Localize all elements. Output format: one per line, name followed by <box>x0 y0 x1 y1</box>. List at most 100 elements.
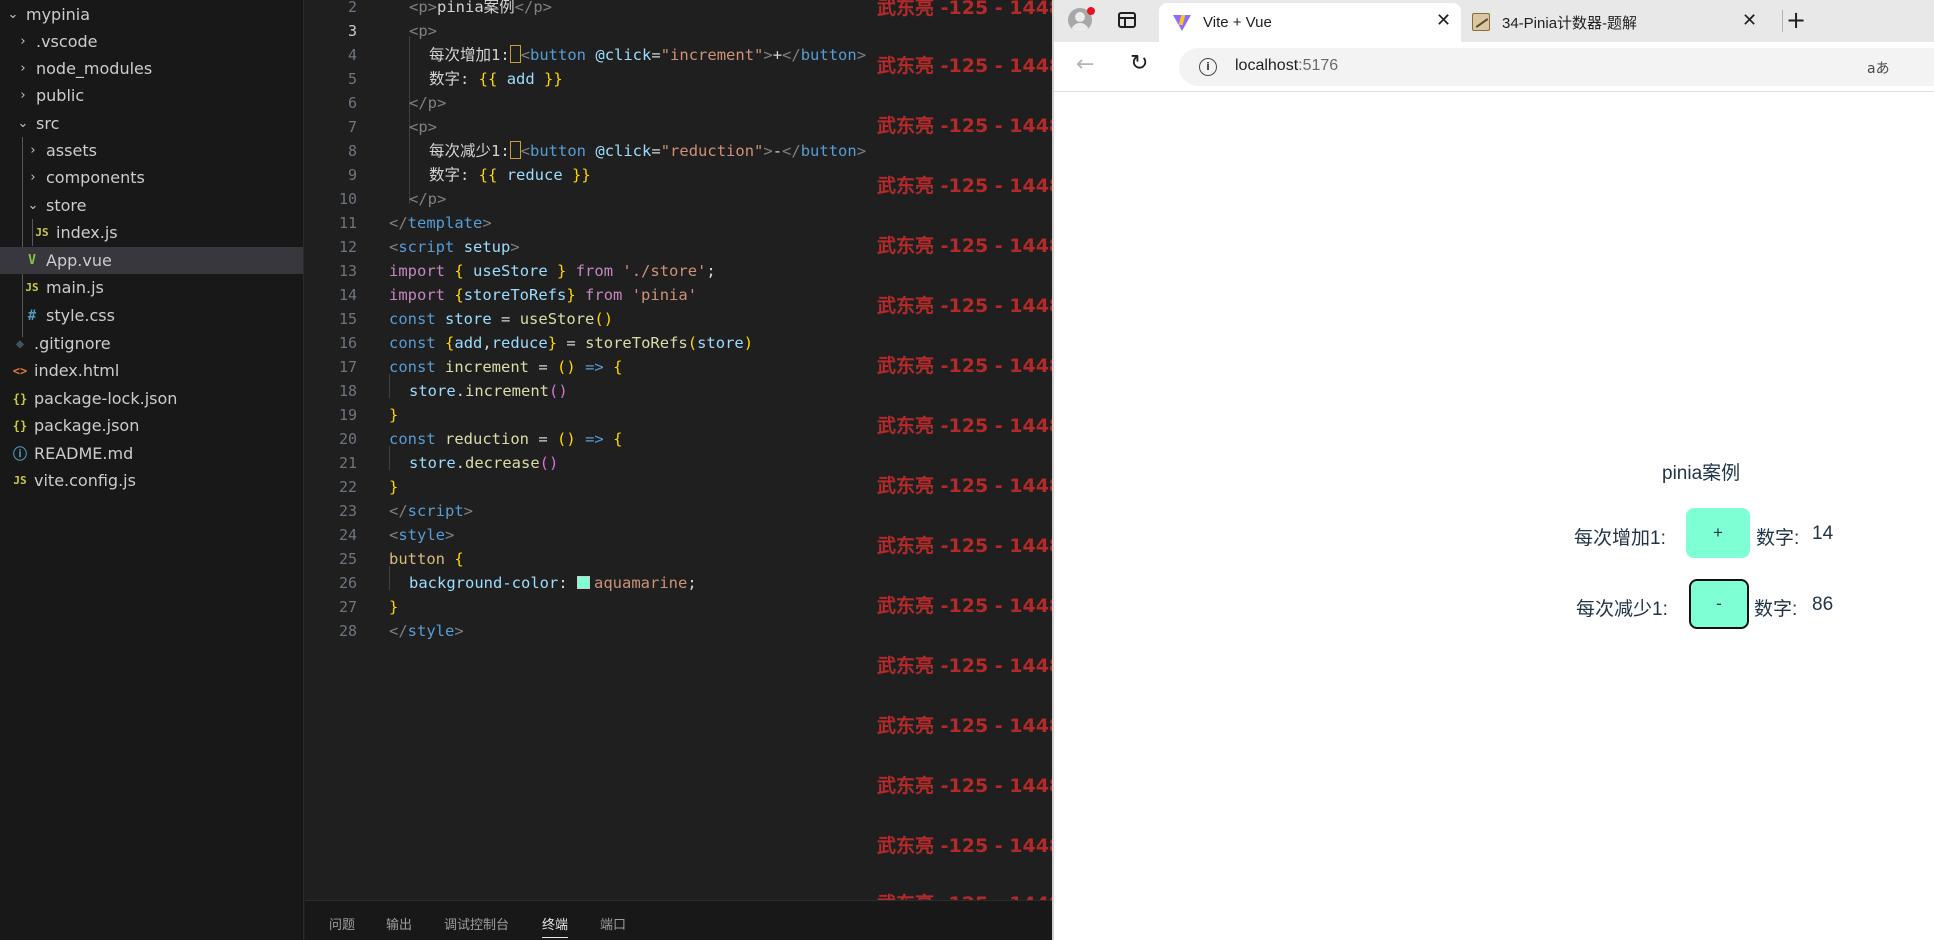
watermark: 武东亮 -125 - 1448 <box>877 475 1052 497</box>
tree-folder-src[interactable]: ⌄ src <box>0 110 303 137</box>
tree-folder-mypinia[interactable]: ⌄ mypinia <box>0 1 303 28</box>
line-number: 13 <box>338 262 357 280</box>
tree-label: index.html <box>34 361 120 380</box>
line-number: 19 <box>338 406 357 424</box>
code-line: } <box>389 478 399 496</box>
code-line: background-color: aquamarine; <box>409 574 697 592</box>
tree-folder-vscode[interactable]: › .vscode <box>0 28 303 55</box>
info-icon: ⓘ <box>13 446 27 463</box>
code-line: </p> <box>409 190 447 208</box>
tree-label: public <box>36 86 85 105</box>
close-icon[interactable]: ✕ <box>1742 10 1757 31</box>
panel-tab-debug-console[interactable]: 调试控制台 <box>444 914 509 933</box>
tree-file-index-js[interactable]: JS index.js <box>0 219 303 246</box>
line-number: 27 <box>338 598 357 616</box>
line-number: 20 <box>338 430 357 448</box>
line-number: 16 <box>338 334 357 352</box>
read-aloud-icon[interactable]: aあ <box>1867 58 1890 78</box>
text-cursor <box>509 141 521 159</box>
tree-folder-components[interactable]: › components <box>0 164 303 191</box>
color-swatch[interactable] <box>577 576 590 589</box>
tree-file-package-json[interactable]: {} package.json <box>0 412 303 439</box>
code-line: const {add,reduce} = storeToRefs(store) <box>389 334 754 352</box>
close-icon[interactable]: ✕ <box>1436 10 1451 31</box>
browser-tab-pinia-counter[interactable]: 34-Pinia计数器-题解 ✕ <box>1466 3 1766 42</box>
watermark: 武东亮 -125 - 1448 <box>877 295 1052 317</box>
tree-label: package-lock.json <box>34 389 178 408</box>
code-line: <p> <box>409 118 437 136</box>
tree-file-package-lock-json[interactable]: {} package-lock.json <box>0 385 303 412</box>
json-file-icon: {} <box>12 391 28 406</box>
new-tab-icon[interactable]: + <box>1786 6 1806 34</box>
tree-file-style-css[interactable]: # style.css <box>0 302 303 329</box>
chevron-down-icon: ⌄ <box>17 116 29 131</box>
code-line: <p>pinia案例</p> <box>409 0 552 16</box>
info-icon[interactable]: i <box>1199 58 1217 76</box>
tree-file-main-js[interactable]: JS main.js <box>0 274 303 301</box>
tree-label: node_modules <box>36 59 153 78</box>
line-number: 4 <box>347 46 357 64</box>
line-number: 21 <box>338 454 357 472</box>
line-number: 2 <box>347 0 357 16</box>
decrement-label: 每次减少1: <box>1576 599 1668 620</box>
tab-actions-icon[interactable] <box>1118 12 1136 28</box>
tree-folder-assets[interactable]: › assets <box>0 137 303 164</box>
html-file-icon: <> <box>12 363 28 378</box>
chevron-down-icon: ⌄ <box>27 198 39 213</box>
line-number: 17 <box>338 358 357 376</box>
tree-label: store <box>46 196 87 215</box>
chevron-right-icon: › <box>20 61 26 76</box>
watermark: 武东亮 -125 - 1448 <box>877 595 1052 617</box>
address-bar[interactable]: i localhost:5176 aあ <box>1179 48 1934 86</box>
reload-icon[interactable]: ↻ <box>1130 51 1148 76</box>
increment-label: 每次增加1: <box>1574 528 1666 549</box>
json-file-icon: {} <box>12 418 28 433</box>
tab-divider <box>1782 10 1783 32</box>
code-line: const store = useStore() <box>389 310 614 328</box>
decrement-count-label: 数字: <box>1754 599 1798 620</box>
watermark: 武东亮 -125 - 1448 <box>877 55 1052 77</box>
code-line: } <box>389 598 399 616</box>
decrement-button[interactable]: - <box>1689 579 1749 629</box>
code-line: const increment = () => { <box>389 358 623 376</box>
watermark: 武东亮 -125 - 1448 <box>877 715 1052 737</box>
tree-file-vite-config-js[interactable]: JS vite.config.js <box>0 467 303 494</box>
tree-folder-node-modules[interactable]: › node_modules <box>0 55 303 82</box>
watermark: 武东亮 -125 - 1448 <box>877 835 1052 857</box>
watermark: 武东亮 -125 - 1448 <box>877 355 1052 377</box>
bottom-panel: 问题 输出 调试控制台 终端 端口 <box>305 900 1052 940</box>
git-file-icon: ◆ <box>15 335 25 352</box>
panel-tab-problems[interactable]: 问题 <box>329 914 355 933</box>
watermark: 武东亮 -125 - 1448 <box>877 415 1052 437</box>
increment-button[interactable]: + <box>1686 508 1750 558</box>
tree-label: mypinia <box>26 5 91 24</box>
tree-file-gitignore[interactable]: ◆ .gitignore <box>0 330 303 357</box>
tree-label: src <box>36 114 60 133</box>
code-editor[interactable]: 2 3 4 5 6 7 8 9 10 11 12 13 14 15 16 17 … <box>305 0 1052 900</box>
code-line: 数字: {{ reduce }} <box>429 166 591 184</box>
browser-tab-vite-vue[interactable]: Vite + Vue ✕ <box>1159 3 1461 42</box>
chevron-down-icon: ⌄ <box>7 7 19 22</box>
url-text[interactable]: localhost:5176 <box>1235 57 1338 75</box>
code-line: import { useStore } from './store'; <box>389 262 716 280</box>
code-line: </script> <box>389 502 474 520</box>
line-number: 25 <box>338 550 357 568</box>
tree-file-readme-md[interactable]: ⓘ README.md <box>0 440 303 467</box>
panel-tab-terminal[interactable]: 终端 <box>542 914 569 938</box>
line-number: 3 <box>347 22 357 40</box>
code-line: button { <box>389 550 464 568</box>
tab-title: Vite + Vue <box>1203 14 1272 31</box>
code-line: <script setup> <box>389 238 520 256</box>
tree-file-index-html[interactable]: <> index.html <box>0 357 303 384</box>
text-cursor <box>509 45 521 63</box>
back-arrow-icon[interactable]: ← <box>1076 52 1094 77</box>
code-line: </template> <box>389 214 492 232</box>
panel-tab-ports[interactable]: 端口 <box>600 914 626 933</box>
increment-count-label: 数字: <box>1756 528 1800 549</box>
line-number: 7 <box>347 118 357 136</box>
tree-file-app-vue[interactable]: V App.vue <box>0 247 303 274</box>
panel-tab-output[interactable]: 输出 <box>386 914 412 933</box>
tree-folder-public[interactable]: › public <box>0 82 303 109</box>
tree-folder-store[interactable]: ⌄ store <box>0 192 303 219</box>
tree-label: main.js <box>46 278 104 297</box>
